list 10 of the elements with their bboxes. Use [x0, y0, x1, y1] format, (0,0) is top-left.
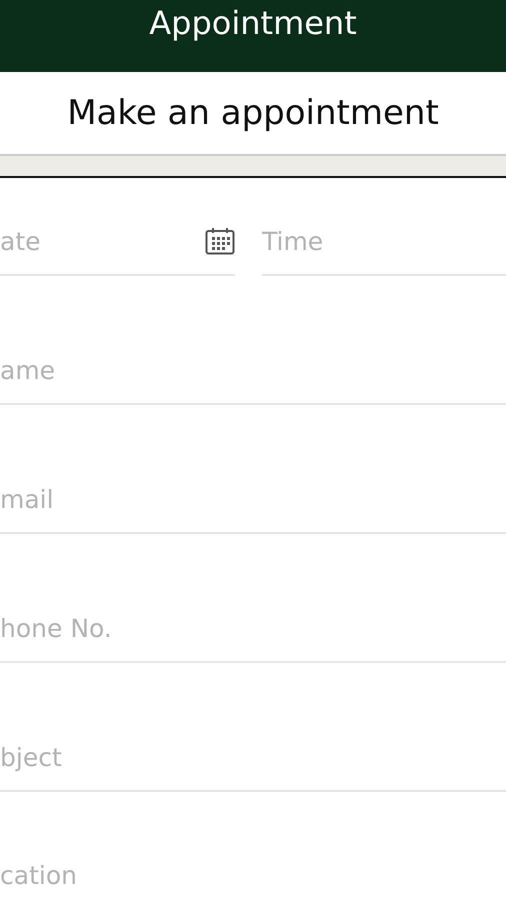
input-field[interactable]: hone No.: [0, 608, 506, 648]
input-field[interactable]: mail: [0, 479, 506, 519]
dropdown-field[interactable]: cation: [0, 855, 506, 895]
app-title: Appointment: [149, 3, 357, 44]
input-field[interactable]: ame: [0, 350, 506, 390]
page-heading: Make an appointment: [67, 93, 439, 133]
date-field[interactable]: ate: [0, 221, 205, 261]
calendar-icon: [205, 227, 235, 255]
input-field[interactable]: bject: [0, 737, 506, 777]
time-field[interactable]: Time: [262, 221, 506, 261]
